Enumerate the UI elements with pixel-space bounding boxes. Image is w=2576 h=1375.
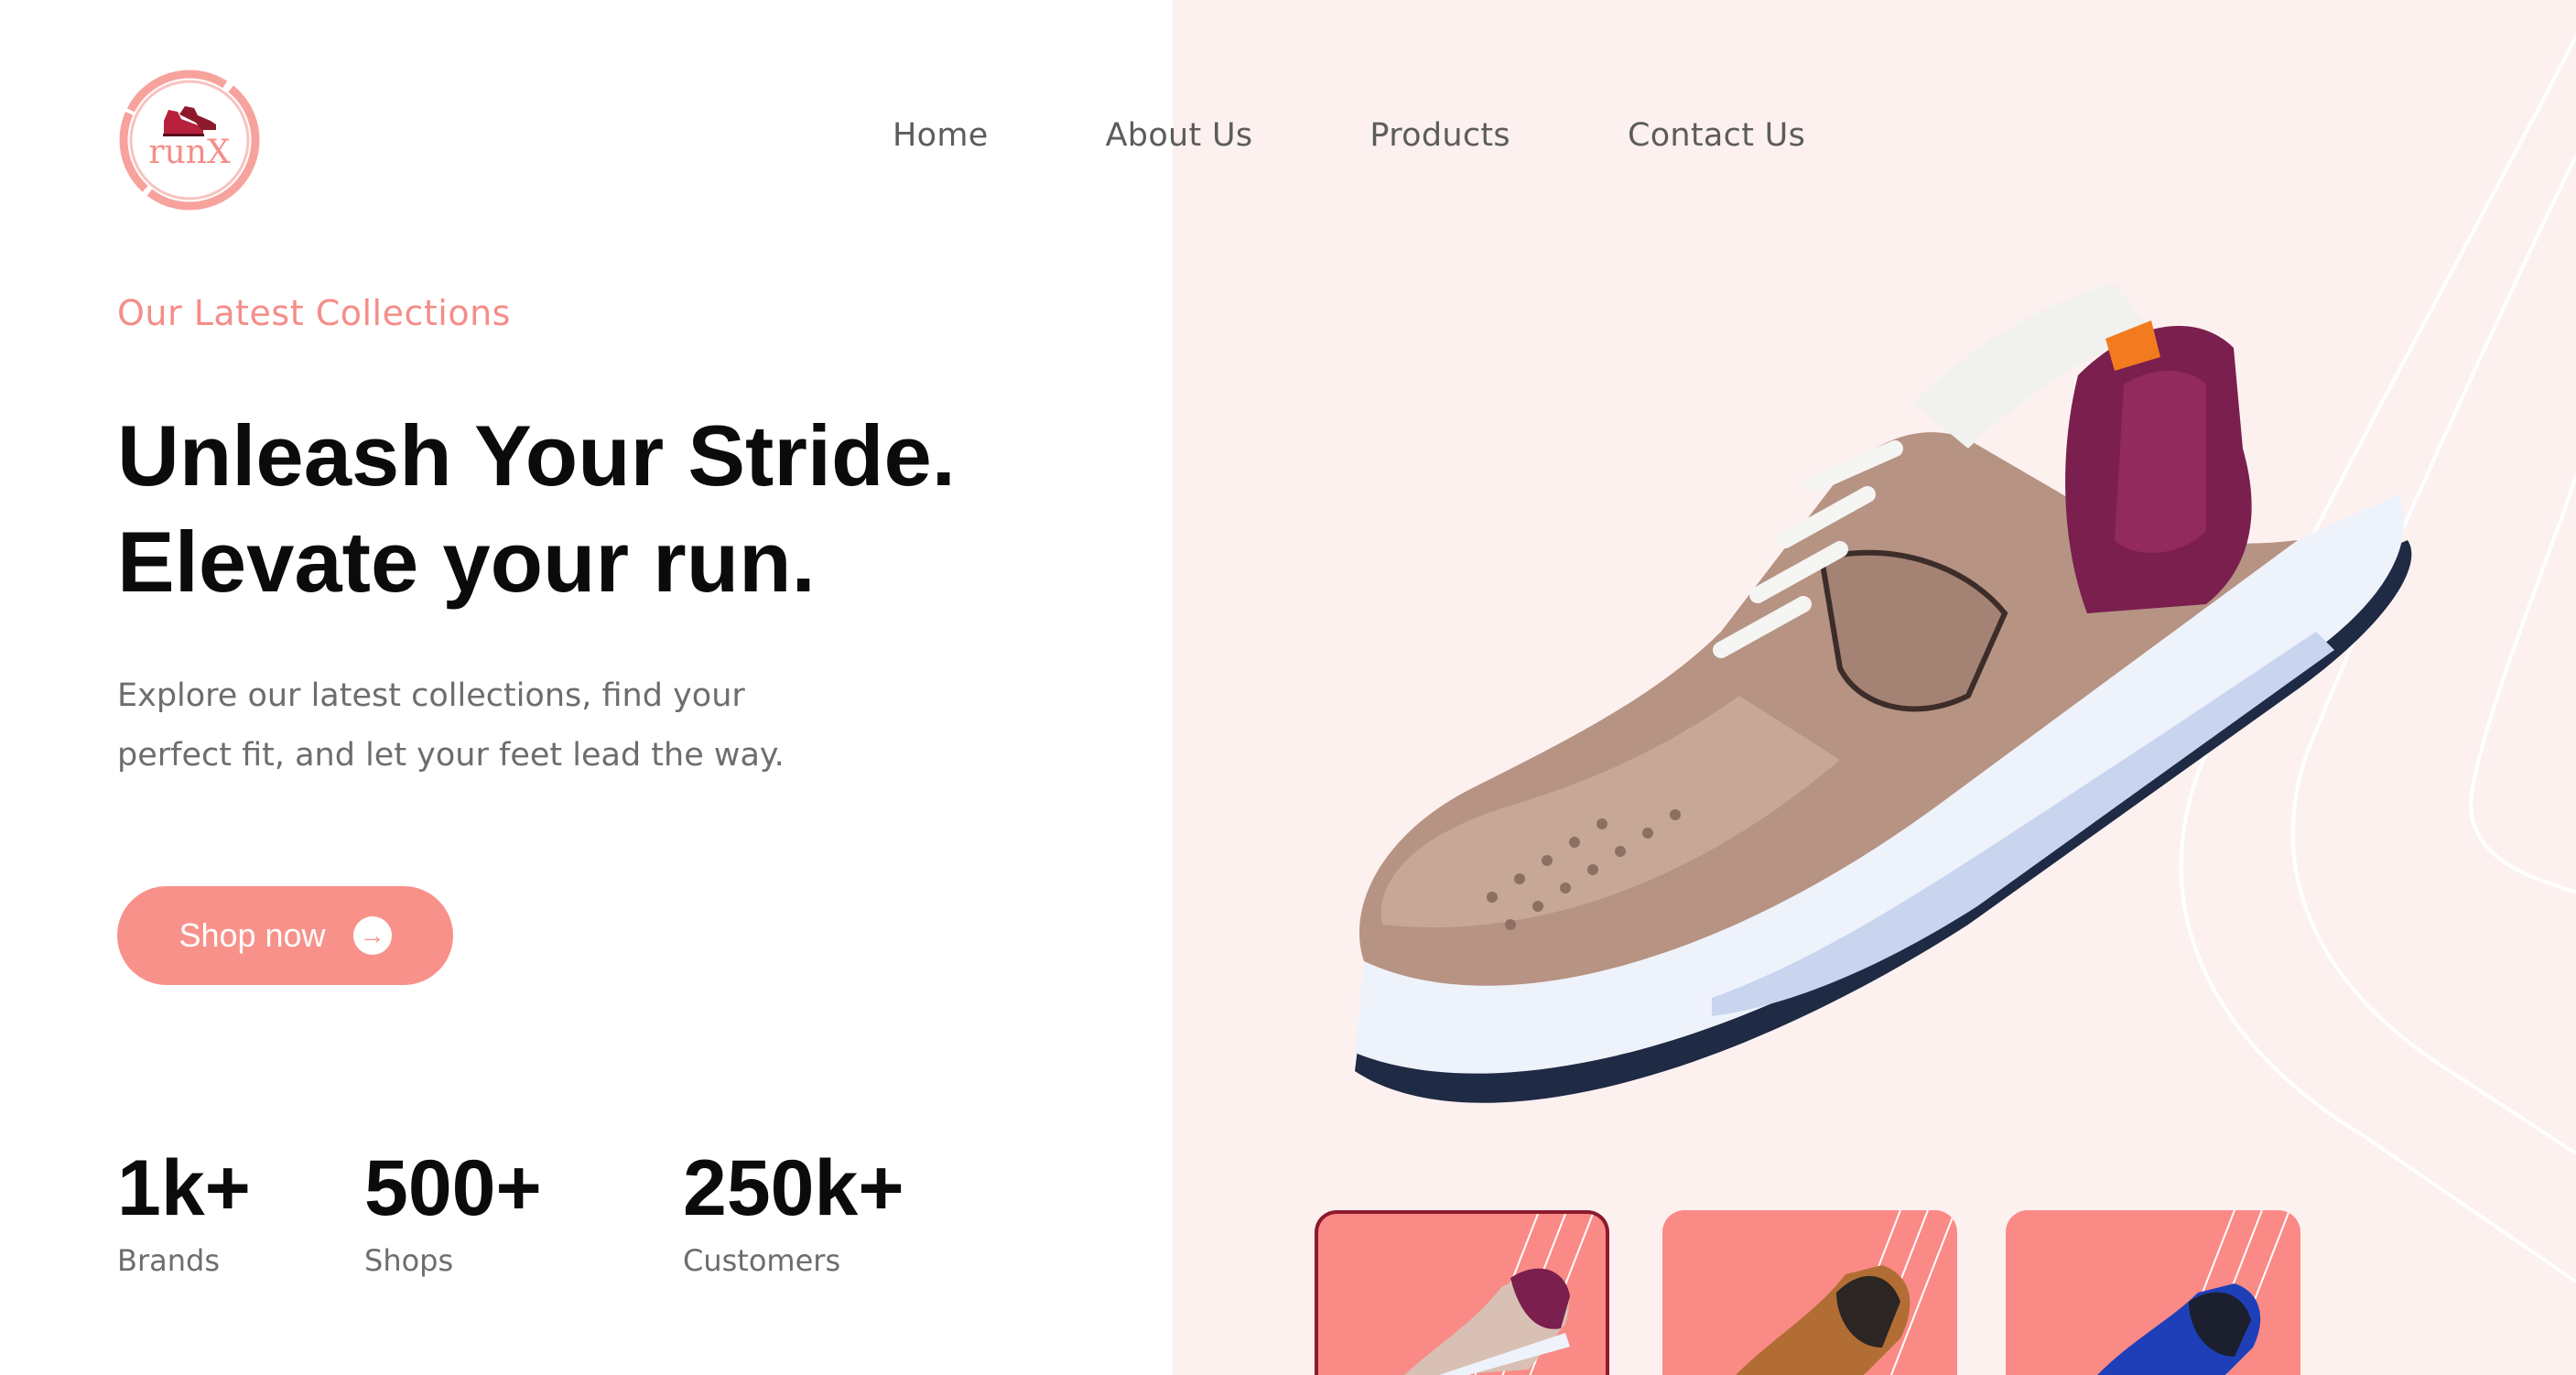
nav-home[interactable]: Home (893, 117, 989, 154)
shoe-thumbnail-1[interactable] (1315, 1210, 1609, 1375)
stat-brands: 1k+ Brands (117, 1144, 251, 1278)
beige-maroon-sneaker (1404, 1214, 1594, 1375)
blue-black-sneaker (2097, 1210, 2290, 1375)
headline-line-1: Unleash Your Stride. (117, 407, 956, 503)
nav-products[interactable]: Products (1369, 117, 1510, 154)
shop-now-button[interactable]: Shop now → (117, 886, 453, 985)
brand-logo[interactable]: runX (114, 64, 265, 216)
description-line-1: Explore our latest collections, find you… (117, 677, 745, 714)
shoe-thumbnail-2[interactable] (1662, 1210, 1957, 1375)
stat-label: Brands (117, 1243, 220, 1278)
nav-about-us[interactable]: About Us (1106, 117, 1253, 154)
hero-headline: Unleash Your Stride. Elevate your run. (117, 403, 1124, 615)
brown-black-sneaker (1736, 1210, 1956, 1375)
description-line-2: perfect fit, and let your feet lead the … (117, 737, 785, 774)
hero-shoe-image (1355, 284, 2412, 1103)
stat-value: 250k+ (683, 1144, 904, 1232)
hero-eyebrow: Our Latest Collections (117, 293, 511, 333)
stat-customers: 250k+ Customers (683, 1144, 904, 1278)
stat-value: 500+ (364, 1144, 542, 1232)
stat-shops: 500+ Shops (364, 1144, 542, 1278)
stat-value: 1k+ (117, 1144, 251, 1232)
stat-label: Customers (683, 1243, 841, 1278)
shoe-thumbnail-3[interactable] (2006, 1210, 2300, 1375)
nav-contact-us[interactable]: Contact Us (1628, 117, 1805, 154)
stat-label: Shops (364, 1243, 454, 1278)
main-nav: Home About Us Products Contact Us (893, 117, 1805, 154)
hero-description: Explore our latest collections, find you… (117, 666, 850, 785)
headline-line-2: Elevate your run. (117, 514, 816, 610)
shop-now-label: Shop now (179, 916, 326, 954)
arrow-right-icon: → (352, 916, 392, 955)
brand-name: runX (148, 134, 231, 171)
